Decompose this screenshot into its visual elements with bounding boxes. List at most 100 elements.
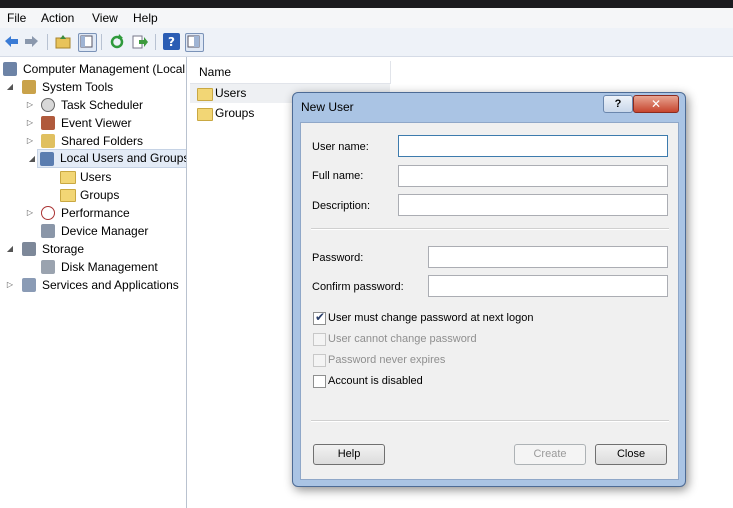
help-icon[interactable]: ?	[603, 95, 633, 113]
refresh-icon[interactable]	[109, 33, 126, 50]
expand-triangle-icon[interactable]: ▷	[26, 132, 34, 150]
description-label: Description:	[312, 200, 371, 212]
event-viewer-icon	[41, 116, 55, 130]
must-change-password-label[interactable]: User must change password at next logon	[328, 312, 533, 324]
folder-icon	[60, 189, 76, 202]
tree-item-computer-management[interactable]: Computer Management (Local	[2, 60, 186, 78]
performance-icon	[41, 206, 55, 220]
device-manager-icon	[41, 224, 55, 238]
account-disabled-checkbox[interactable]	[313, 375, 326, 388]
help-icon[interactable]: ?	[163, 33, 180, 50]
tree-label: Performance	[61, 206, 130, 220]
expand-triangle-icon[interactable]: ▷	[26, 114, 34, 132]
description-field[interactable]	[398, 194, 668, 216]
tree-item-storage[interactable]: ◢ Storage	[2, 240, 186, 258]
confirm-password-label: Confirm password:	[312, 281, 404, 293]
column-header-label: Name	[199, 65, 232, 79]
tree-item-performance[interactable]: ▷ Performance	[2, 204, 186, 222]
storage-icon	[22, 242, 36, 256]
up-folder-icon[interactable]	[55, 33, 72, 50]
close-icon[interactable]: ✕	[633, 95, 679, 113]
tree-label: Users	[80, 170, 112, 184]
collapse-triangle-icon[interactable]: ◢	[6, 78, 14, 96]
tree-label: Event Viewer	[61, 116, 132, 130]
confirm-password-field[interactable]	[428, 275, 668, 297]
tree-label: Storage	[42, 242, 85, 256]
tree-item-device-manager[interactable]: Device Manager	[2, 222, 186, 240]
tree-label: Disk Management	[61, 260, 158, 274]
full-name-label: Full name:	[312, 170, 364, 182]
cannot-change-password-label[interactable]: User cannot change password	[328, 333, 477, 345]
password-never-expires-label[interactable]: Password never expires	[328, 354, 445, 366]
tree-item-local-users-groups[interactable]: Local Users and Groups	[37, 149, 187, 168]
tree-label: Services and Applications	[42, 278, 179, 292]
toolbar-separator	[155, 34, 156, 50]
properties-icon[interactable]	[185, 33, 204, 52]
toolbar-separator	[47, 34, 48, 50]
expand-triangle-icon[interactable]: ▷	[26, 204, 34, 222]
account-disabled-label[interactable]: Account is disabled	[328, 375, 423, 387]
password-field[interactable]	[428, 246, 668, 268]
tree-item-task-scheduler[interactable]: ▷ Task Scheduler	[2, 96, 186, 114]
menu-help[interactable]: Help	[133, 11, 158, 25]
toolbar-separator	[101, 34, 102, 50]
folder-icon	[60, 171, 76, 184]
show-hide-tree-icon[interactable]	[78, 33, 97, 52]
user-name-field[interactable]	[398, 135, 668, 157]
tree-item-system-tools[interactable]: ◢ System Tools	[2, 78, 186, 96]
close-button[interactable]: Close	[595, 444, 667, 465]
help-button[interactable]: Help	[313, 444, 385, 465]
collapse-triangle-icon[interactable]: ◢	[28, 150, 36, 168]
top-strip	[0, 0, 733, 8]
system-tools-icon	[22, 80, 36, 94]
new-user-dialog: New User ? ✕ User name: Full name: Descr…	[292, 92, 686, 487]
disk-icon	[41, 260, 55, 274]
menu-bar: File Action View Help	[0, 8, 733, 28]
tree-label: Computer Management (Local	[23, 62, 186, 76]
tree-label: System Tools	[42, 80, 114, 94]
tree-label: Device Manager	[61, 224, 149, 238]
list-item-label: Groups	[215, 106, 255, 120]
svg-text:?: ?	[168, 35, 175, 49]
folder-icon	[197, 88, 213, 101]
clock-icon	[41, 98, 55, 112]
forward-arrow-icon[interactable]	[23, 33, 40, 50]
full-name-field[interactable]	[398, 165, 668, 187]
tree-item-services-applications[interactable]: ▷ Services and Applications	[2, 276, 186, 294]
tree-item-shared-folders[interactable]: ▷ Shared Folders	[2, 132, 186, 150]
expand-triangle-icon[interactable]: ▷	[6, 276, 14, 294]
shared-folder-icon	[41, 134, 55, 148]
must-change-password-checkbox[interactable]: ✔	[313, 310, 326, 325]
cannot-change-password-checkbox[interactable]	[313, 333, 326, 346]
dialog-title: New User	[301, 100, 354, 114]
menu-file[interactable]: File	[7, 11, 26, 25]
list-item-label: Users	[215, 86, 247, 100]
services-icon	[22, 278, 36, 292]
export-icon[interactable]	[132, 33, 149, 50]
dialog-body: User name: Full name: Description: Passw…	[300, 122, 679, 480]
computer-management-icon	[3, 62, 17, 76]
column-header-name[interactable]: Name	[190, 61, 391, 84]
menu-view[interactable]: View	[92, 11, 118, 25]
tree-item-groups[interactable]: Groups	[2, 186, 186, 204]
tree-item-disk-management[interactable]: Disk Management	[2, 258, 186, 276]
menu-action[interactable]: Action	[41, 11, 74, 25]
expand-triangle-icon[interactable]: ▷	[26, 96, 34, 114]
toolbar: ?	[0, 28, 733, 57]
tree-label: Shared Folders	[61, 134, 144, 148]
create-button[interactable]: Create	[514, 444, 586, 465]
separator	[311, 228, 669, 230]
tree-label: Local Users and Groups	[60, 151, 187, 165]
collapse-triangle-icon[interactable]: ◢	[6, 240, 14, 258]
back-arrow-icon[interactable]	[3, 33, 20, 50]
checkmark-icon: ✔	[315, 310, 326, 324]
folder-icon	[197, 108, 213, 121]
password-label: Password:	[312, 252, 364, 264]
password-never-expires-checkbox[interactable]	[313, 354, 326, 367]
separator	[311, 420, 669, 422]
tree-item-users[interactable]: Users	[2, 168, 186, 186]
tree-item-event-viewer[interactable]: ▷ Event Viewer	[2, 114, 186, 132]
users-group-icon	[40, 152, 54, 166]
user-name-label: User name:	[312, 141, 369, 153]
navigation-tree: Computer Management (Local ◢ System Tool…	[0, 57, 187, 508]
